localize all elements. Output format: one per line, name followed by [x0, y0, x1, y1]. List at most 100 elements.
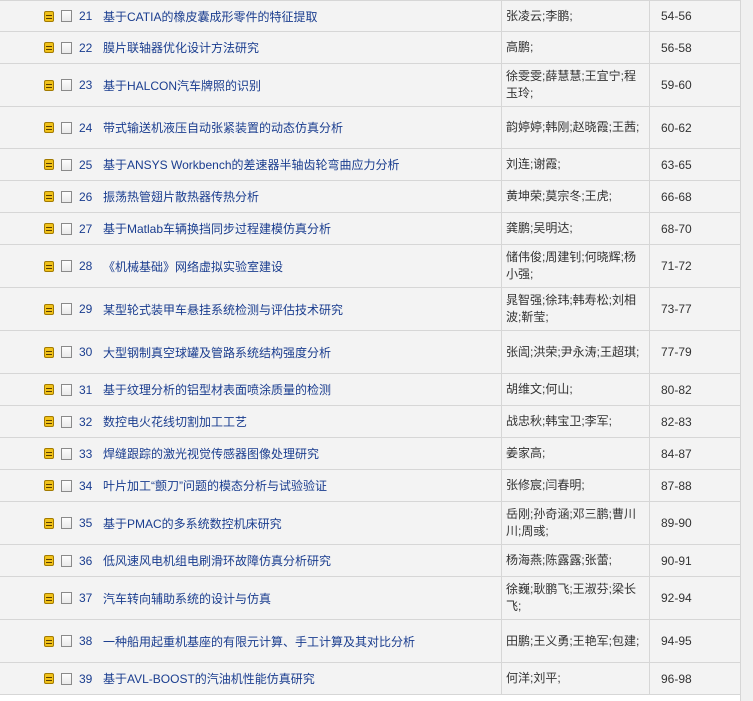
row-checkbox[interactable]: [61, 346, 72, 358]
document-icon[interactable]: [44, 260, 55, 272]
article-title-link[interactable]: 膜片联轴器优化设计方法研究: [103, 41, 259, 55]
title-cell: 焊缝跟踪的激光视觉传感器图像处理研究: [95, 437, 502, 470]
pages-cell: 84-87: [649, 437, 741, 470]
document-icon[interactable]: [44, 480, 55, 491]
document-icon[interactable]: [44, 303, 55, 315]
document-icon[interactable]: [44, 223, 55, 234]
row-number: 28: [78, 259, 93, 273]
authors-cell: 黄坤荣;莫宗冬;王虎;: [501, 180, 650, 213]
row-number: 35: [78, 516, 93, 530]
document-icon[interactable]: [44, 592, 55, 604]
row-checkbox[interactable]: [61, 383, 72, 396]
document-icon[interactable]: [44, 346, 55, 358]
row-number: 25: [78, 157, 93, 172]
article-title-link[interactable]: 一种船用起重机基座的有限元计算、手工计算及其对比分析: [103, 635, 415, 649]
row-controls: 34: [0, 469, 95, 502]
title-cell: 叶片加工“颤刀”问题的模态分析与试验验证: [95, 469, 502, 502]
row-checkbox[interactable]: [61, 79, 72, 91]
title-cell: 一种船用起重机基座的有限元计算、手工计算及其对比分析: [95, 619, 502, 663]
document-icon[interactable]: [44, 517, 55, 529]
document-icon[interactable]: [44, 42, 55, 53]
row-controls: 21: [0, 0, 95, 32]
row-checkbox[interactable]: [61, 121, 72, 134]
article-title-link[interactable]: 基于PMAC的多系统数控机床研究: [103, 517, 282, 531]
pages-cell: 82-83: [649, 405, 741, 438]
authors-cell: 晁智强;徐玮;韩寿松;刘相波;靳莹;: [501, 287, 650, 331]
row-checkbox[interactable]: [61, 10, 72, 22]
pages-cell: 66-68: [649, 180, 741, 213]
article-title-link[interactable]: 基于AVL-BOOST的汽油机性能仿真研究: [103, 672, 315, 686]
row-checkbox[interactable]: [61, 672, 72, 685]
document-icon[interactable]: [44, 416, 55, 427]
row-checkbox[interactable]: [61, 479, 72, 492]
row-controls: 37: [0, 576, 95, 620]
article-title-link[interactable]: 基于CATIA的橡皮囊成形零件的特征提取: [103, 10, 317, 24]
table-row: 25 基于ANSYS Workbench的差速器半轴齿轮弯曲应力分析 刘连;谢霞; 6…: [0, 148, 741, 181]
document-icon[interactable]: [44, 448, 55, 459]
row-controls: 27: [0, 212, 95, 245]
table-row: 38 一种船用起重机基座的有限元计算、手工计算及其对比分析 田鹏;王义勇;王艳军;包…: [0, 619, 741, 663]
row-checkbox[interactable]: [61, 222, 72, 235]
document-icon[interactable]: [44, 159, 55, 170]
document-icon[interactable]: [44, 555, 55, 566]
title-cell: 数控电火花线切割加工工艺: [95, 405, 502, 438]
row-controls: 39: [0, 662, 95, 695]
article-title-link[interactable]: 带式输送机液压自动张紧装置的动态仿真分析: [103, 121, 343, 135]
row-checkbox[interactable]: [61, 635, 72, 647]
title-cell: 大型钢制真空球罐及管路系统结构强度分析: [95, 330, 502, 374]
row-checkbox[interactable]: [61, 415, 72, 428]
row-checkbox[interactable]: [61, 190, 72, 203]
row-controls: 38: [0, 619, 95, 663]
article-title-link[interactable]: 基于HALCON汽车牌照的识别: [103, 79, 261, 93]
authors-cell: 姜家高;: [501, 437, 650, 470]
row-number: 34: [78, 478, 93, 493]
pages-cell: 63-65: [649, 148, 741, 181]
row-checkbox[interactable]: [61, 517, 72, 529]
pages-cell: 90-91: [649, 544, 741, 577]
row-checkbox[interactable]: [61, 41, 72, 54]
article-title-link[interactable]: 《机械基础》网络虚拟实验室建设: [103, 260, 283, 274]
article-table: 21 基于CATIA的橡皮囊成形零件的特征提取 张凌云;李鹏; 54-56 22 膜片联轴…: [0, 0, 741, 695]
row-number: 39: [78, 671, 93, 686]
row-checkbox[interactable]: [61, 303, 72, 315]
article-title-link[interactable]: 某型轮式装甲车悬挂系统检测与评估技术研究: [103, 303, 343, 317]
table-row: 35 基于PMAC的多系统数控机床研究 岳刚;孙奇涵;邓三鹏;曹川川;周彧; 89-9…: [0, 501, 741, 545]
article-title-link[interactable]: 基于纹理分析的铝型材表面喷涂质量的检测: [103, 383, 331, 397]
article-title-link[interactable]: 数控电火花线切割加工工艺: [103, 415, 247, 429]
row-checkbox[interactable]: [61, 260, 72, 272]
row-number: 37: [78, 591, 93, 605]
document-icon[interactable]: [44, 191, 55, 202]
row-checkbox[interactable]: [61, 592, 72, 604]
article-title-link[interactable]: 大型钢制真空球罐及管路系统结构强度分析: [103, 346, 331, 360]
title-cell: 基于ANSYS Workbench的差速器半轴齿轮弯曲应力分析: [95, 148, 502, 181]
row-controls: 36: [0, 544, 95, 577]
row-number: 23: [78, 78, 93, 92]
article-title-link[interactable]: 焊缝跟踪的激光视觉传感器图像处理研究: [103, 447, 319, 461]
authors-cell: 杨海燕;陈露露;张蕾;: [501, 544, 650, 577]
document-icon[interactable]: [44, 635, 55, 647]
document-icon[interactable]: [44, 10, 55, 22]
row-checkbox[interactable]: [61, 554, 72, 567]
authors-cell: 刘连;谢霞;: [501, 148, 650, 181]
row-controls: 26: [0, 180, 95, 213]
article-title-link[interactable]: 基于Matlab车辆换挡同步过程建模仿真分析: [103, 222, 331, 236]
row-number: 33: [78, 446, 93, 461]
document-icon[interactable]: [44, 122, 55, 133]
authors-cell: 岳刚;孙奇涵;邓三鹏;曹川川;周彧;: [501, 501, 650, 545]
row-controls: 32: [0, 405, 95, 438]
table-row: 26 振荡热管翅片散热器传热分析 黄坤荣;莫宗冬;王虎; 66-68: [0, 180, 741, 213]
vertical-scrollbar[interactable]: [740, 0, 753, 701]
article-title-link[interactable]: 基于ANSYS Workbench的差速器半轴齿轮弯曲应力分析: [103, 158, 400, 172]
article-title-link[interactable]: 叶片加工“颤刀”问题的模态分析与试验验证: [103, 479, 327, 493]
article-title-link[interactable]: 低风速风电机组电刷滑环故障仿真分析研究: [103, 554, 331, 568]
article-title-link[interactable]: 振荡热管翅片散热器传热分析: [103, 190, 259, 204]
table-row: 32 数控电火花线切割加工工艺 战忠秋;韩宝卫;李军; 82-83: [0, 405, 741, 438]
document-icon[interactable]: [44, 384, 55, 395]
table-row: 34 叶片加工“颤刀”问题的模态分析与试验验证 张修宸;闫春明; 87-88: [0, 469, 741, 502]
authors-cell: 张訚;洪荣;尹永涛;王超琪;: [501, 330, 650, 374]
row-checkbox[interactable]: [61, 447, 72, 460]
document-icon[interactable]: [44, 673, 55, 684]
article-title-link[interactable]: 汽车转向辅助系统的设计与仿真: [103, 592, 271, 606]
row-checkbox[interactable]: [61, 158, 72, 171]
document-icon[interactable]: [44, 79, 55, 91]
